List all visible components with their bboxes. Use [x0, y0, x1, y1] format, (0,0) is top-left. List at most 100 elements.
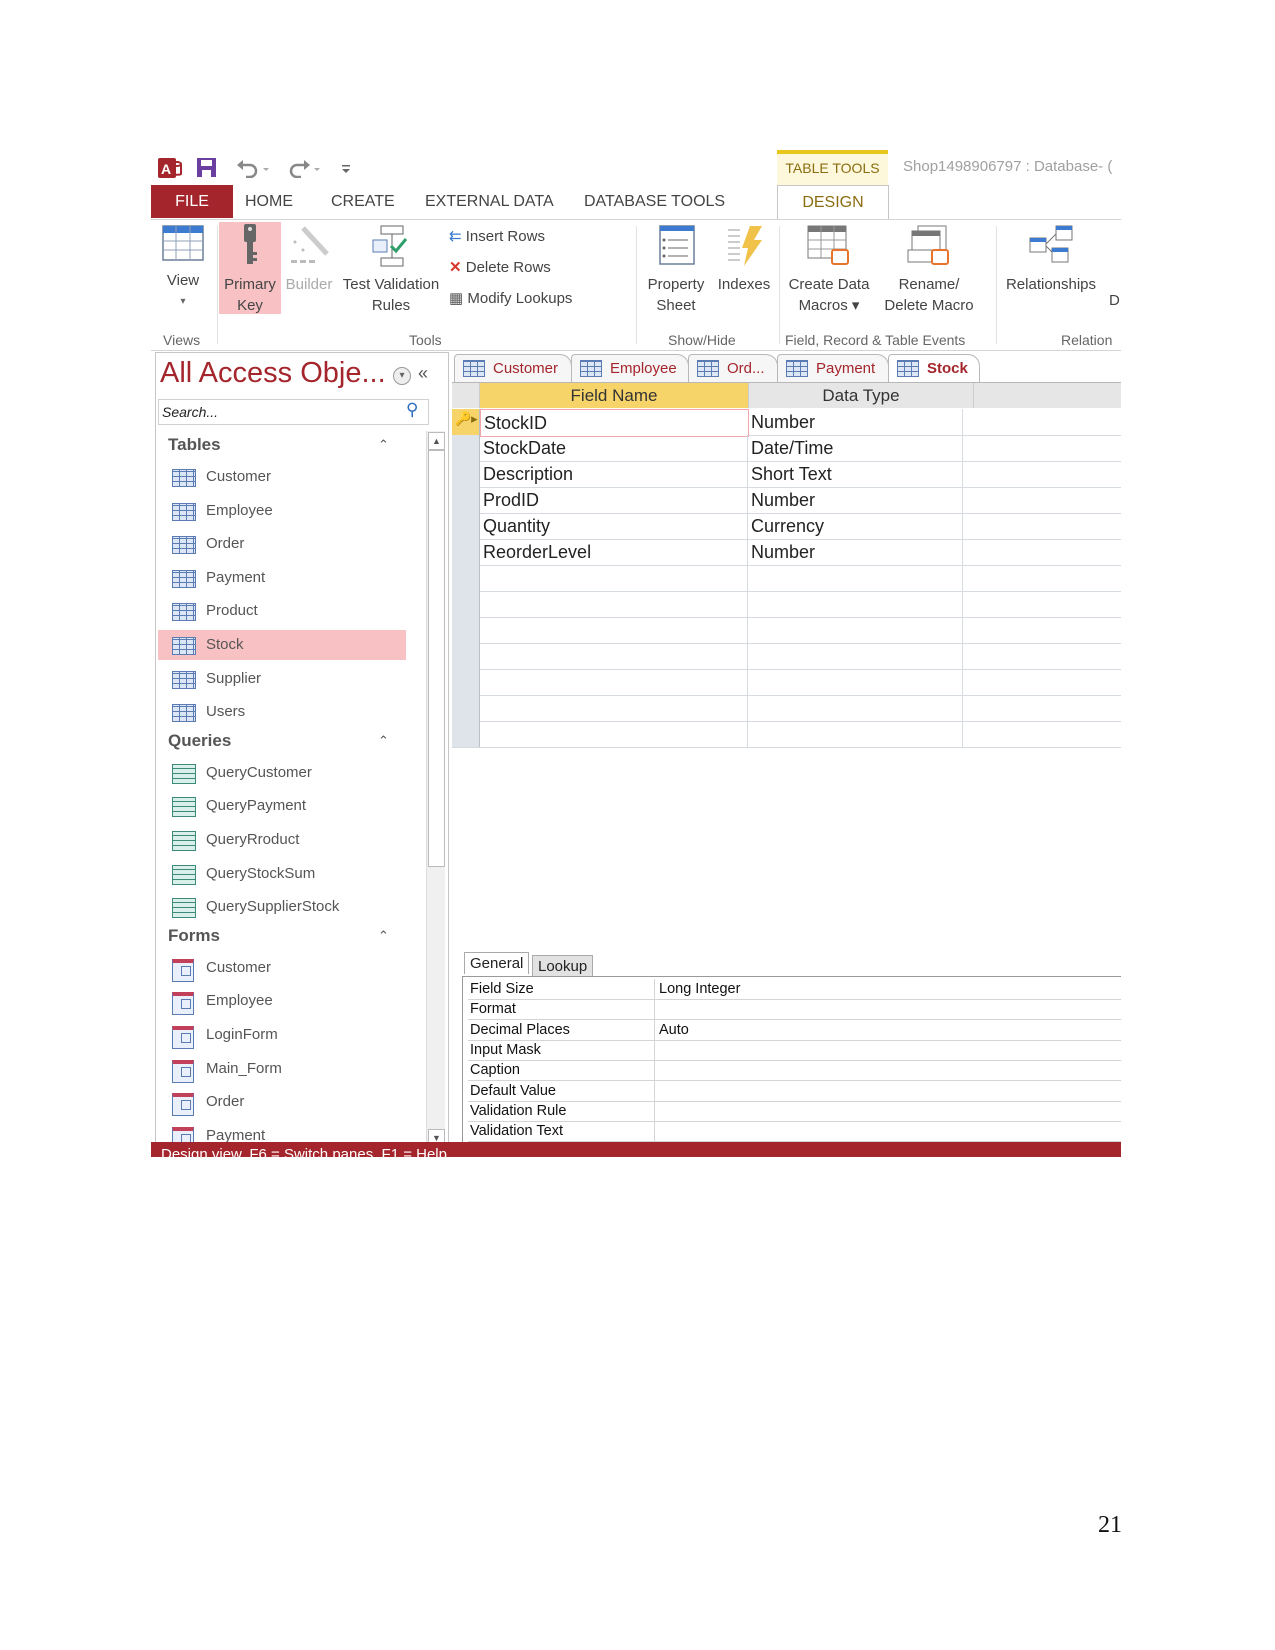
field-name-cell[interactable] — [480, 617, 748, 643]
property-value[interactable] — [654, 999, 1119, 1020]
rename-delete-macro-button[interactable]: Rename/Delete Macro — [879, 224, 979, 316]
grid-row[interactable] — [452, 617, 1121, 644]
doc-tab-payment[interactable]: Payment — [777, 354, 889, 382]
header-data-type[interactable]: Data Type — [749, 383, 974, 408]
property-value[interactable] — [654, 1060, 1119, 1081]
field-name-cell[interactable]: StockDate — [480, 435, 748, 461]
field-name-cell[interactable]: Quantity — [480, 513, 748, 539]
row-selector[interactable] — [452, 461, 480, 487]
nav-item-table[interactable]: Users — [158, 697, 406, 727]
grid-row[interactable] — [452, 669, 1121, 696]
field-name-cell[interactable]: ProdID — [480, 487, 748, 513]
nav-item-query[interactable]: QueryPayment — [158, 791, 406, 821]
nav-item-table[interactable]: Payment — [158, 563, 406, 593]
scroll-thumb[interactable] — [428, 450, 445, 867]
property-value[interactable] — [654, 1080, 1119, 1101]
nav-item-table[interactable]: Stock — [158, 630, 406, 660]
doc-tab-customer[interactable]: Customer — [454, 354, 572, 382]
nav-scrollbar[interactable]: ▲ ▼ — [426, 431, 445, 1149]
property-row[interactable]: Decimal Places Auto — [468, 1019, 1121, 1041]
grid-row[interactable]: ReorderLevel Number — [452, 539, 1121, 566]
nav-item-form[interactable]: Employee — [158, 986, 406, 1016]
collapse-section-icon[interactable]: ⌃ — [378, 928, 389, 944]
search-icon[interactable]: ⚲ — [406, 400, 418, 420]
property-sheet-button[interactable]: Property Sheet — [641, 224, 711, 316]
row-selector[interactable] — [452, 513, 480, 539]
nav-item-form[interactable]: Order — [158, 1087, 406, 1117]
data-type-cell[interactable]: Date/Time — [748, 435, 963, 461]
test-validation-rules-button[interactable]: Test Validation Rules — [336, 224, 446, 316]
nav-item-form[interactable]: LoginForm — [158, 1020, 406, 1050]
tab-design[interactable]: DESIGN — [777, 185, 889, 220]
property-value[interactable]: Long Integer — [654, 979, 1119, 999]
grid-row[interactable] — [452, 695, 1121, 722]
row-selector[interactable]: 🔑▸ — [452, 409, 480, 435]
data-type-cell[interactable] — [748, 643, 963, 669]
doc-tab-employee[interactable]: Employee — [571, 354, 689, 382]
save-icon[interactable] — [196, 156, 218, 180]
nav-item-form[interactable]: Main_Form — [158, 1054, 406, 1084]
row-selector[interactable] — [452, 591, 480, 617]
data-type-cell[interactable]: Short Text — [748, 461, 963, 487]
grid-row[interactable] — [452, 643, 1121, 670]
property-value[interactable] — [654, 1100, 1119, 1121]
nav-item-table[interactable]: Employee — [158, 496, 406, 526]
collapse-section-icon[interactable]: ⌃ — [378, 437, 389, 453]
property-row[interactable]: Caption — [468, 1060, 1121, 1082]
data-type-cell[interactable]: Number — [748, 539, 963, 565]
nav-item-table[interactable]: Supplier — [158, 664, 406, 694]
grid-row[interactable]: 🔑▸ StockID Number — [452, 409, 1121, 437]
nav-pane-title[interactable]: All Access Obje... — [160, 357, 386, 390]
grid-row[interactable] — [452, 565, 1121, 592]
nav-section-tables[interactable]: Tables — [168, 435, 221, 455]
property-row[interactable]: Format — [468, 999, 1121, 1021]
field-name-cell[interactable]: ReorderLevel — [480, 539, 748, 565]
data-type-cell[interactable] — [748, 617, 963, 643]
row-selector[interactable] — [452, 669, 480, 695]
nav-item-table[interactable]: Customer — [158, 462, 406, 492]
property-value[interactable] — [654, 1121, 1119, 1142]
collapse-section-icon[interactable]: ⌃ — [378, 733, 389, 749]
tab-general[interactable]: General — [464, 952, 530, 974]
grid-row[interactable]: Description Short Text — [452, 461, 1121, 488]
grid-row[interactable] — [452, 591, 1121, 618]
property-value[interactable] — [654, 1039, 1119, 1060]
row-selector[interactable] — [452, 565, 480, 591]
nav-item-query[interactable]: QuerySupplierStock — [158, 892, 406, 922]
builder-button[interactable]: Builder — [281, 224, 337, 295]
nav-item-query[interactable]: QueryCustomer — [158, 758, 406, 788]
row-selector[interactable] — [452, 643, 480, 669]
header-field-name[interactable]: Field Name — [480, 383, 749, 408]
nav-section-queries[interactable]: Queries — [168, 731, 231, 751]
insert-rows-button[interactable]: ⇇ Insert Rows — [449, 226, 545, 247]
tab-lookup[interactable]: Lookup — [532, 955, 594, 977]
field-name-cell[interactable] — [480, 591, 748, 617]
data-type-cell[interactable] — [748, 695, 963, 721]
property-row[interactable]: Default Value — [468, 1080, 1121, 1102]
modify-lookups-button[interactable]: ▦ Modify Lookups — [449, 288, 572, 309]
tab-external-data[interactable]: EXTERNAL DATA — [425, 185, 554, 218]
row-selector[interactable] — [452, 695, 480, 721]
data-type-cell[interactable] — [748, 721, 963, 747]
tab-create[interactable]: CREATE — [331, 185, 395, 218]
row-selector[interactable] — [452, 617, 480, 643]
field-name-cell[interactable] — [480, 643, 748, 669]
field-name-cell[interactable] — [480, 695, 748, 721]
doc-tab-stock[interactable]: Stock — [888, 354, 980, 382]
collapse-pane-icon[interactable]: « — [418, 363, 428, 384]
row-selector[interactable] — [452, 539, 480, 565]
delete-rows-button[interactable]: ✕ Delete Rows — [449, 257, 551, 278]
field-name-cell[interactable] — [480, 721, 748, 747]
nav-menu-dropdown-icon[interactable]: ▾ — [393, 367, 411, 385]
field-name-cell[interactable]: Description — [480, 461, 748, 487]
create-data-macros-button[interactable]: Create Data Macros ▾ — [781, 224, 877, 316]
row-selector[interactable] — [452, 487, 480, 513]
grid-row[interactable]: StockDate Date/Time — [452, 435, 1121, 462]
nav-item-query[interactable]: QueryStockSum — [158, 859, 406, 889]
tab-database-tools[interactable]: DATABASE TOOLS — [584, 185, 725, 218]
data-type-cell[interactable]: Currency — [748, 513, 963, 539]
field-name-cell[interactable]: StockID — [480, 409, 749, 437]
doc-tab-ord[interactable]: Ord... — [688, 354, 778, 382]
primary-key-button[interactable]: Primary Key — [219, 222, 281, 314]
nav-search-input[interactable]: Search... — [158, 399, 429, 425]
